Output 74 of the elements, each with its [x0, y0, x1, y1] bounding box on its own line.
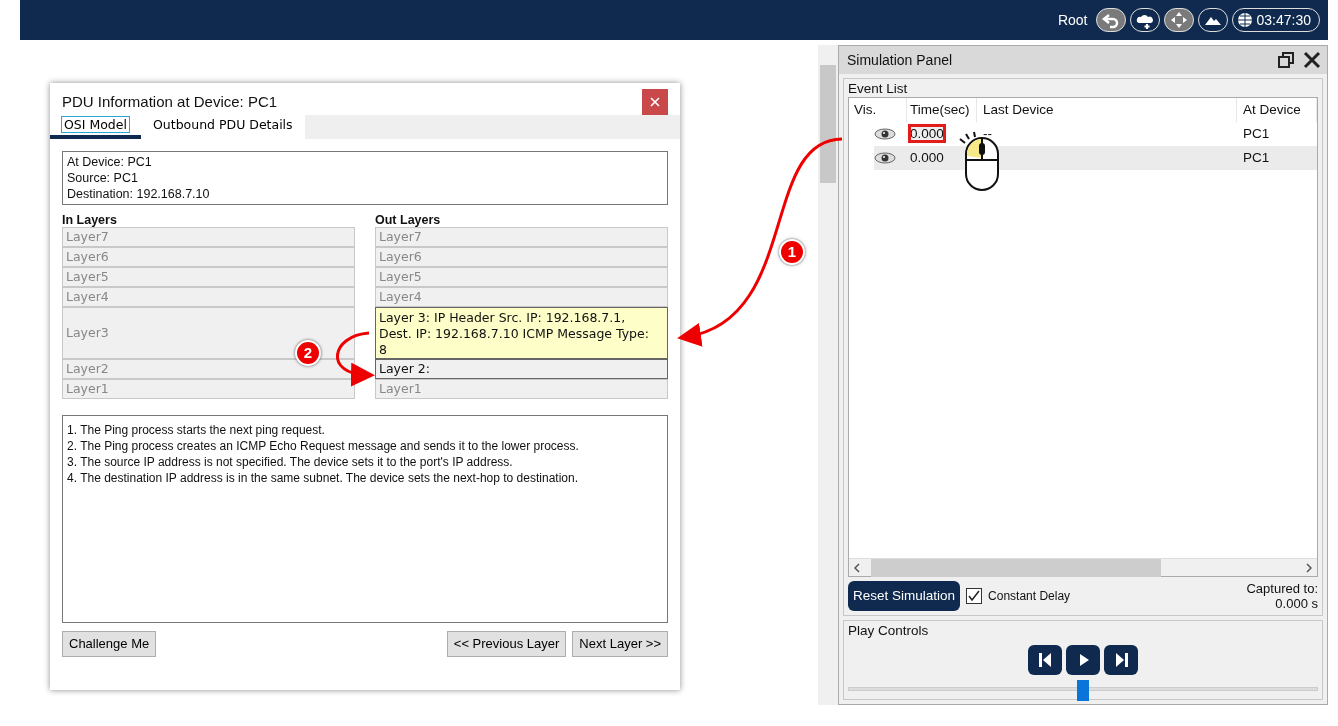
skip-forward-icon: [1113, 652, 1129, 668]
column-header: Last Device: [977, 98, 1237, 122]
slider-thumb[interactable]: [1077, 680, 1089, 701]
layer-row[interactable]: Layer 2:: [375, 359, 668, 379]
mountain-icon: [1204, 15, 1221, 25]
scroll-left-icon: [854, 563, 860, 574]
table-cell: 0.000: [910, 149, 944, 165]
description-line: 2. The Ping process creates an ICMP Echo Request message and sends it to the lower process.: [67, 438, 580, 454]
column-header: Vis.: [849, 98, 907, 122]
user-label: Root: [1057, 10, 1088, 30]
event-row[interactable]: 0.000 -- PC1: [874, 122, 1317, 146]
info-line: Destination: 192.168.7.10: [67, 186, 211, 202]
eye-icon: [874, 127, 896, 141]
group-label: Play Controls: [848, 623, 930, 639]
close-icon: [1303, 51, 1321, 69]
tab[interactable]: Outbound PDU Details: [140, 115, 305, 139]
layer-row[interactable]: Layer 3: IP Header Src. IP: 192.168.7.1, Dest. IP: 192.168.7.10 ICMP Message Type: 8: [375, 307, 668, 359]
clock-time: 03:47:30: [1256, 10, 1311, 30]
description-line: 3. The source IP address is not specified. The device sets it to the port's IP address.: [67, 454, 514, 470]
layer-row[interactable]: Layer7: [375, 227, 668, 247]
play-control-button[interactable]: [1066, 645, 1100, 675]
info-line: At Device: PC1: [67, 154, 153, 170]
play-control-button[interactable]: [1104, 645, 1138, 675]
toolbar-button[interactable]: [1163, 8, 1194, 32]
layer-row[interactable]: Layer1: [62, 379, 355, 399]
panel-title: Simulation Panel: [847, 50, 953, 70]
close-button[interactable]: [642, 89, 668, 115]
table-cell: PC1: [1243, 125, 1270, 141]
layer-row[interactable]: Layer7: [62, 227, 355, 247]
description-line: 1. The Ping process starts the next ping request.: [67, 422, 326, 438]
scroll-right-icon: [1306, 563, 1312, 574]
restore-icon: [1277, 51, 1295, 69]
table-cell: 0.000: [910, 125, 944, 141]
captured-label: Captured to:: [1246, 581, 1318, 596]
column-header: At Device: [1237, 98, 1317, 122]
layer-row[interactable]: Layer4: [375, 287, 668, 307]
group-label: Event List: [848, 81, 909, 97]
layer-row[interactable]: Layer2: [62, 359, 355, 379]
checkbox[interactable]: [966, 588, 983, 604]
previous-layer-button[interactable]: << Previous Layer: [446, 631, 567, 657]
play-control-button[interactable]: [1028, 645, 1062, 675]
mouse-click-icon: [959, 131, 999, 191]
table-cell: --: [983, 125, 992, 141]
globe-icon: [1236, 12, 1253, 28]
tab[interactable]: OSI Model: [50, 115, 141, 139]
toolbar-button[interactable]: [1197, 8, 1228, 32]
event-row[interactable]: 0.000 PC1: [874, 146, 1317, 170]
annotation-arrow: [336, 331, 375, 386]
layer-row[interactable]: Layer1: [375, 379, 668, 399]
checkbox-label: Constant Delay: [988, 588, 1071, 605]
column-header: Time(sec): [907, 98, 977, 122]
toolbar-button[interactable]: [1095, 8, 1126, 32]
layer-row[interactable]: Layer6: [375, 247, 668, 267]
column-heading: In Layers: [62, 213, 118, 227]
table-cell: PC1: [1243, 149, 1270, 165]
eye-icon: [874, 151, 896, 165]
scrollbar[interactable]: [818, 45, 838, 705]
layer-row[interactable]: Layer5: [62, 267, 355, 287]
info-line: Source: PC1: [67, 170, 139, 186]
step-badge: 1: [779, 239, 805, 265]
layer-row[interactable]: Layer5: [375, 267, 668, 287]
layer-row[interactable]: Layer6: [62, 247, 355, 267]
dialog-title: PDU Information at Device: PC1: [62, 91, 278, 112]
captured-value: 0.000 s: [1274, 596, 1318, 611]
close-icon: [650, 97, 660, 107]
next-layer-button[interactable]: Next Layer >>: [572, 631, 668, 657]
skip-back-icon: [1037, 652, 1053, 668]
layer-row[interactable]: Layer4: [62, 287, 355, 307]
column-heading: Out Layers: [375, 213, 442, 227]
horizontal-scrollbar[interactable]: [849, 558, 1317, 576]
challenge-button[interactable]: Challenge Me: [62, 631, 157, 657]
reset-simulation-button[interactable]: Reset Simulation: [848, 581, 961, 611]
toolbar-button[interactable]: [1129, 8, 1160, 32]
description-line: 4. The destination IP address is in the same subnet. The device sets the next-hop to destination.: [67, 470, 579, 486]
